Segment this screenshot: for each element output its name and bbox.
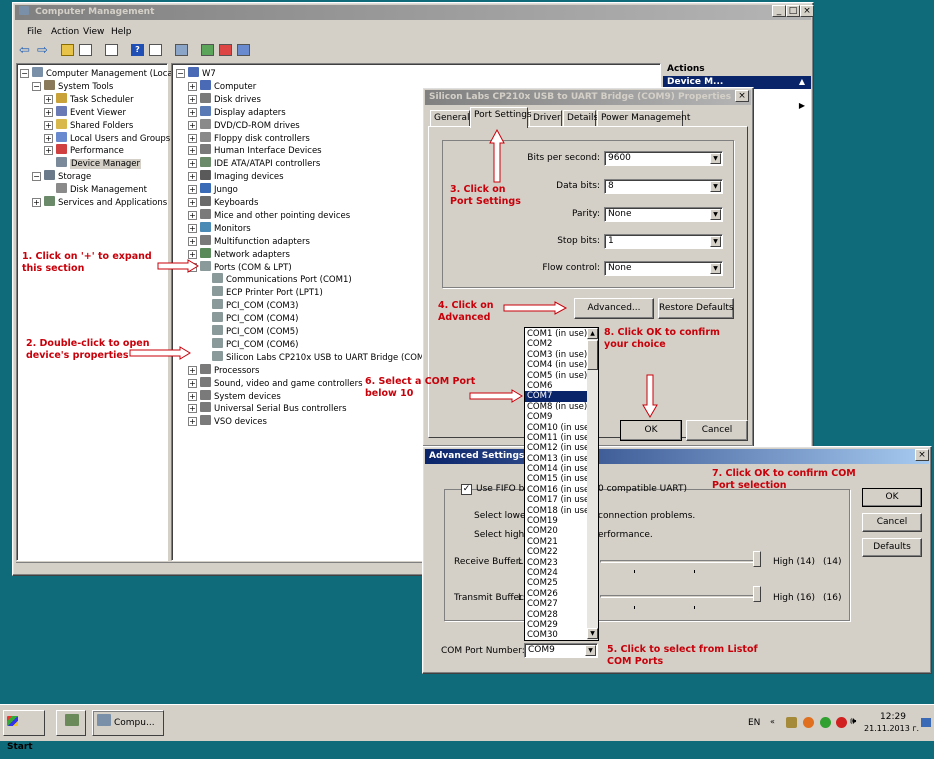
language-indicator[interactable]: EN bbox=[748, 718, 760, 728]
tray-tool-icon[interactable] bbox=[786, 717, 797, 728]
start-button[interactable]: Start bbox=[3, 710, 45, 752]
windows-logo-icon bbox=[7, 716, 18, 726]
show-desktop-icon[interactable] bbox=[921, 718, 931, 727]
arrow-icon bbox=[129, 128, 658, 418]
clock-date[interactable]: 21.11.2013 г. bbox=[864, 724, 919, 733]
tray-network-icon[interactable] bbox=[820, 717, 831, 728]
start-label: Start bbox=[7, 742, 33, 752]
tray-antivirus-icon[interactable] bbox=[836, 717, 847, 728]
clock-time[interactable]: 12:29 bbox=[880, 712, 906, 722]
quick-launch-desktop[interactable] bbox=[56, 710, 86, 736]
taskbar-computer-management[interactable]: Compu... bbox=[92, 710, 164, 736]
taskbar-app-label: Compu... bbox=[114, 718, 155, 728]
tray-expand-icon[interactable]: « bbox=[770, 717, 775, 726]
taskbar: Start Compu... EN « 🕪 12:29 21.11.2013 г… bbox=[0, 704, 934, 752]
tray-shield-icon[interactable] bbox=[803, 717, 814, 728]
volume-icon[interactable]: 🕪 bbox=[850, 716, 856, 727]
desktop-icon bbox=[65, 714, 79, 726]
tab-port-settings[interactable]: Port Settings bbox=[470, 107, 532, 128]
computer-management-icon bbox=[97, 714, 111, 726]
